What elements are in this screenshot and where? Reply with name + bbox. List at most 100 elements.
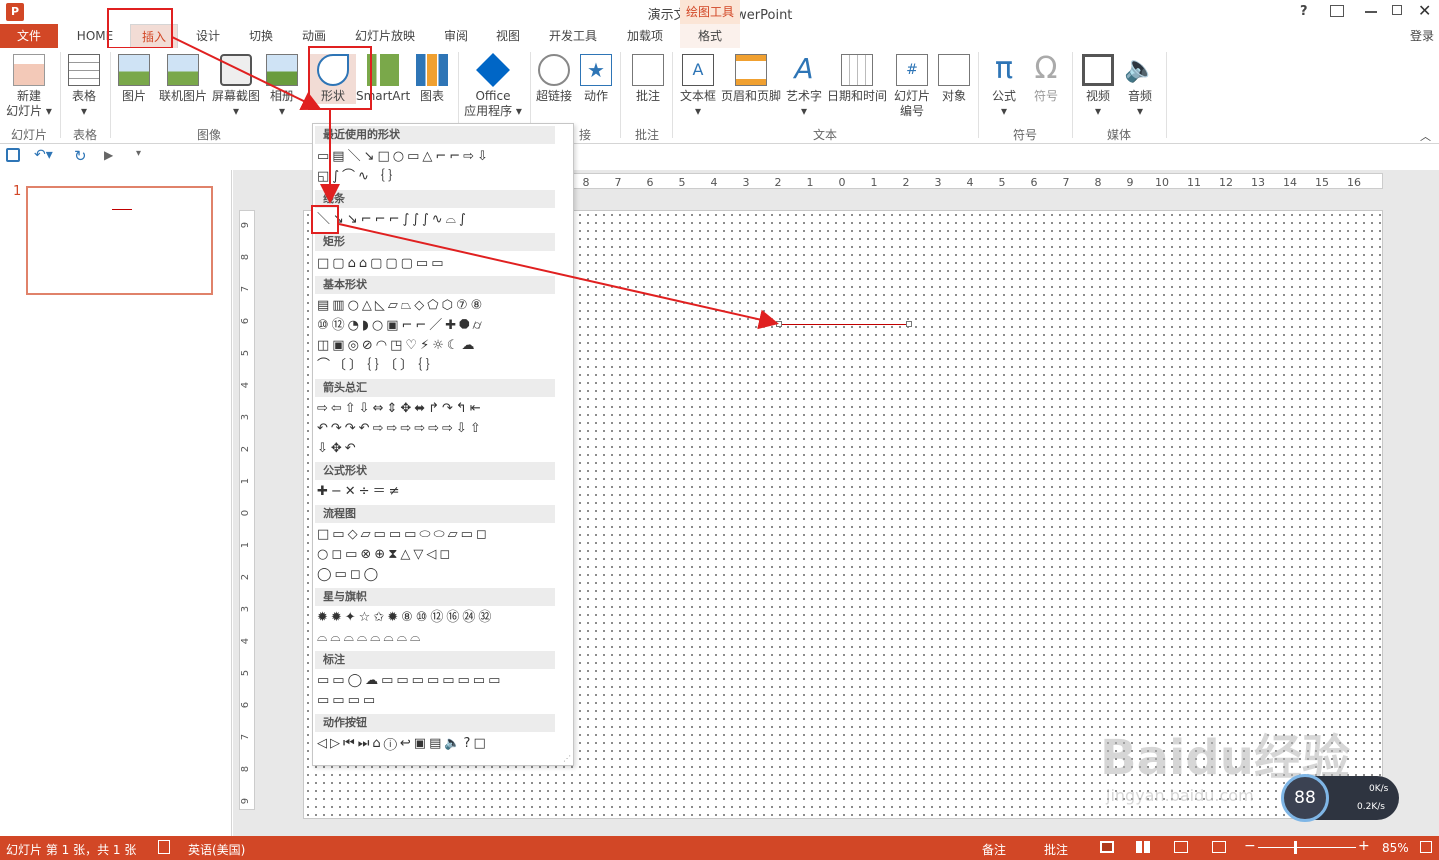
- customize-qat-icon[interactable]: ▾: [136, 148, 141, 159]
- ruler-tick-label: 4: [967, 176, 974, 189]
- shape-row[interactable]: ⑩⑫◔◗○▣⌐⌐／✚⯃⌭: [317, 317, 485, 335]
- video-button[interactable]: 视频 ▾: [1078, 54, 1118, 119]
- shape-row[interactable]: ⌒〔〕｛｝〔〕｛｝: [317, 357, 442, 375]
- tab-design[interactable]: 设计: [186, 24, 230, 48]
- object-button[interactable]: 对象: [936, 54, 972, 104]
- tab-file[interactable]: 文件: [0, 24, 58, 48]
- textbox-button[interactable]: A 文本框 ▾: [676, 54, 720, 119]
- slideshow-icon[interactable]: ▶: [104, 148, 113, 162]
- tab-view[interactable]: 视图: [486, 24, 530, 48]
- film-icon: [1082, 54, 1114, 86]
- undo-icon[interactable]: ↶▾: [34, 147, 53, 163]
- textbox-icon: A: [682, 54, 714, 86]
- fit-slide-icon[interactable]: [1420, 841, 1432, 853]
- help-button[interactable]: ?: [1300, 4, 1308, 19]
- tab-transitions[interactable]: 切换: [238, 24, 284, 48]
- shape-row[interactable]: ⌓⌓⌓⌓⌓⌓⌓⌓: [317, 629, 423, 647]
- ruler-tick-label: 5: [999, 176, 1006, 189]
- audio-button[interactable]: 🔈 音频 ▾: [1120, 54, 1160, 119]
- new-slide-button[interactable]: 新建 幻灯片 ▾: [4, 54, 54, 119]
- tab-slideshow[interactable]: 幻灯片放映: [346, 24, 424, 48]
- zoom-out-button[interactable]: −: [1244, 838, 1256, 854]
- album-button[interactable]: 相册 ▾: [264, 54, 300, 119]
- symbol-button[interactable]: Ω 符号: [1026, 54, 1066, 104]
- shape-row[interactable]: ▭▭▭▭: [317, 692, 378, 710]
- shape-row[interactable]: ◫▣◎⊘◠◳♡⚡☼☾☁: [317, 337, 478, 355]
- ruler-tick-label: 5: [240, 350, 251, 356]
- tab-format[interactable]: 格式: [680, 24, 740, 48]
- shape-row[interactable]: □▭◇▱▭▭▭⬭⬭▱▭◻: [317, 526, 490, 544]
- comment-button[interactable]: 批注: [628, 54, 668, 104]
- shape-row[interactable]: ◁▷⏮⏭⌂ⓘ↩▣▤🔈?□: [317, 735, 489, 753]
- group-label-tables: 表格: [72, 128, 97, 142]
- ribbon-tabs: 文件 HOME 插入 设计 切换 动画 幻灯片放映 审阅 视图 开发工具 加载项…: [0, 24, 1439, 48]
- shape-row[interactable]: ▭▭◯☁▭▭▭▭▭▭▭▭: [317, 672, 503, 690]
- shape-row[interactable]: ◯▭◻◯: [317, 566, 381, 584]
- ruler-tick-label: 15: [1315, 176, 1329, 189]
- ruler-tick-label: 1: [240, 542, 251, 548]
- line-end-handle[interactable]: [906, 321, 912, 327]
- tab-developer[interactable]: 开发工具: [540, 24, 606, 48]
- close-icon[interactable]: ✕: [1418, 1, 1431, 20]
- zoom-slider-thumb[interactable]: [1294, 841, 1297, 854]
- slide-number-button[interactable]: # 幻灯片 编号: [890, 54, 934, 119]
- office-apps-button[interactable]: Office 应用程序 ▾: [460, 53, 526, 119]
- screenshot-button[interactable]: 屏幕截图 ▾: [208, 54, 264, 119]
- collapse-ribbon-icon[interactable]: ︿: [1420, 128, 1431, 144]
- line-start-handle[interactable]: [776, 321, 782, 327]
- shape-row[interactable]: ▭▤＼↘□○▭△⌐⌐⇨⇩: [317, 148, 491, 166]
- restore-icon[interactable]: [1392, 5, 1402, 15]
- ruler-tick-label: 9: [1127, 176, 1134, 189]
- tab-addins[interactable]: 加载项: [614, 24, 676, 48]
- header-footer-button[interactable]: 页眉和页脚: [720, 54, 782, 104]
- language-indicator[interactable]: 英语(美国): [188, 841, 245, 858]
- shape-row[interactable]: ↶↷↷↶⇨⇨⇨⇨⇨⇨⇩⇧: [317, 420, 484, 438]
- shapes-gallery: 最近使用的形状 ▭▤＼↘□○▭△⌐⌐⇨⇩ ◱∫⌒∿｛｝ 线条 ＼↘↘⌐⌐⌐∫∫∫…: [312, 123, 574, 766]
- ruler-tick-label: 2: [240, 446, 251, 452]
- zoom-slider[interactable]: [1258, 847, 1356, 848]
- shape-row[interactable]: ▤▥○△◺▱⏢◇⬠⬡⑦⑧: [317, 297, 485, 315]
- shape-row[interactable]: ✹✹✦☆✩✹⑧⑩⑫⑯㉔㉜: [317, 609, 494, 627]
- zoom-in-button[interactable]: +: [1358, 838, 1370, 854]
- online-picture-button[interactable]: 联机图片: [156, 54, 210, 104]
- shape-row[interactable]: ○◻▭⊗⊕⧗△▽◁◻: [317, 546, 453, 564]
- ruler-tick-label: 7: [240, 734, 251, 740]
- notes-button[interactable]: 备注: [982, 841, 1006, 858]
- ruler-tick-label: 4: [240, 638, 251, 644]
- shape-row[interactable]: ✚−✕÷＝≠: [317, 483, 402, 501]
- shape-row[interactable]: ◱∫⌒∿｛｝: [317, 168, 404, 186]
- slide-thumbnail[interactable]: [26, 186, 213, 295]
- tab-animations[interactable]: 动画: [292, 24, 336, 48]
- equation-button[interactable]: π 公式 ▾: [984, 54, 1024, 119]
- proofing-icon[interactable]: [158, 840, 170, 854]
- shape-row[interactable]: ⇩✥↶: [317, 440, 359, 458]
- zoom-level[interactable]: 85%: [1382, 841, 1409, 855]
- wordart-button[interactable]: A 艺术字 ▾: [784, 54, 824, 119]
- comments-button[interactable]: 批注: [1044, 841, 1068, 858]
- save-icon[interactable]: [6, 148, 20, 162]
- calendar-icon: [841, 54, 873, 86]
- login-link[interactable]: 登录: [1405, 24, 1439, 48]
- date-time-button[interactable]: 日期和时间: [826, 54, 888, 104]
- normal-view-icon[interactable]: [1100, 841, 1114, 853]
- meter-percent: 88: [1281, 774, 1329, 822]
- chart-button[interactable]: 图表: [412, 54, 452, 104]
- line-shape[interactable]: [779, 324, 909, 325]
- powerpoint-logo-icon[interactable]: P: [6, 3, 24, 21]
- resize-grip-icon[interactable]: ⋰: [563, 754, 571, 763]
- shape-row[interactable]: ⇨⇦⇧⇩⇔⇕✥⬌↱↷↰⇤: [317, 400, 484, 418]
- album-icon: [266, 54, 298, 86]
- ribbon-display-icon[interactable]: [1330, 5, 1344, 17]
- action-button[interactable]: ★ 动作: [578, 54, 614, 104]
- redo-icon[interactable]: ↻: [74, 147, 87, 165]
- minimize-icon[interactable]: [1365, 11, 1377, 13]
- shape-row-lines[interactable]: ＼↘↘⌐⌐⌐∫∫∫∿⌓∫: [317, 211, 469, 229]
- slide-sorter-icon[interactable]: [1136, 841, 1150, 853]
- picture-button[interactable]: 图片: [114, 54, 154, 104]
- table-button[interactable]: 表格 ▾: [64, 54, 104, 119]
- hyperlink-button[interactable]: 超链接: [532, 54, 576, 104]
- slideshow-view-icon[interactable]: [1212, 841, 1226, 853]
- reading-view-icon[interactable]: [1174, 841, 1188, 853]
- tab-review[interactable]: 审阅: [434, 24, 478, 48]
- shape-row[interactable]: □▢⌂⌂▢▢▢▭▭: [317, 255, 446, 273]
